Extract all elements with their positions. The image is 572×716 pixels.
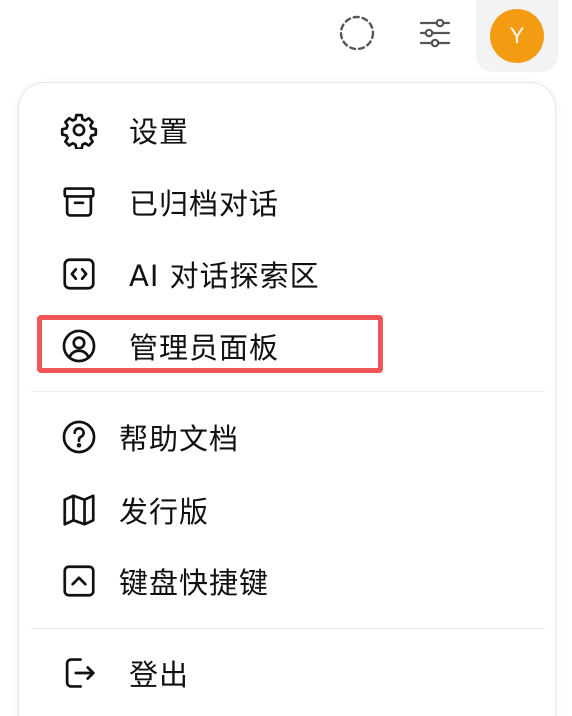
menu-item-label: 设置 [129,115,190,149]
menu-item-releases[interactable]: 发行版 [19,480,555,540]
menu-item-settings[interactable]: 设置 [19,100,555,160]
menu-item-playground[interactable]: AI 对话探索区 [19,244,555,304]
top-bar: Y [0,0,572,72]
menu-divider [31,391,545,392]
archive-box-icon [59,182,99,222]
menu-item-archived-chats[interactable]: 已归档对话 [19,172,555,232]
menu-item-sign-out[interactable]: 登出 [19,643,555,703]
menu-item-label: 管理员面板 [129,331,280,365]
menu-divider [31,628,545,629]
code-bracket-icon [59,254,99,294]
avatar: Y [490,9,544,63]
menu-item-label: 已归档对话 [129,187,280,221]
user-dropdown-menu: 设置 已归档对话 AI 对话探索区 管理员面板 帮助文档 发行版 键盘快捷键 登… [18,82,556,716]
temporary-chat-button[interactable] [332,8,382,58]
sliders-icon [415,13,455,53]
gear-icon [59,110,99,150]
menu-item-keyboard-shortcuts[interactable]: 键盘快捷键 [19,551,555,611]
user-menu-button[interactable]: Y [476,0,558,72]
menu-item-label: 键盘快捷键 [119,566,270,600]
menu-item-label: 发行版 [119,495,210,529]
page: Y 设置 已归档对话 AI 对话探索区 管理员面板 帮助文档 发行版 键盘快捷键… [0,0,572,716]
menu-item-admin-panel[interactable]: 管理员面板 [19,316,555,376]
menu-item-label: AI 对话探索区 [129,259,320,293]
avatar-letter: Y [509,23,525,48]
user-circle-icon [59,326,99,366]
sign-out-icon [59,653,99,693]
question-circle-icon [59,417,99,457]
menu-item-label: 帮助文档 [119,422,240,456]
controls-button[interactable] [410,8,460,58]
keyboard-up-icon [59,561,99,601]
menu-item-help-docs[interactable]: 帮助文档 [19,407,555,467]
dashed-circle-icon [337,13,377,53]
map-icon [59,490,99,530]
menu-item-label: 登出 [129,658,190,692]
